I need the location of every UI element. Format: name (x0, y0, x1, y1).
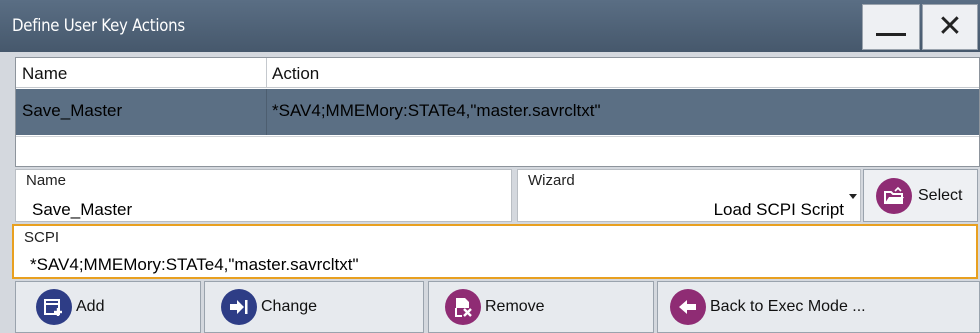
remove-button[interactable]: Remove (428, 281, 654, 333)
title-bar: Define User Key Actions ✕ (0, 0, 980, 52)
change-button[interactable]: Change (204, 281, 424, 333)
table-header: Name Action (16, 58, 979, 88)
column-divider (266, 89, 267, 135)
add-icon (36, 289, 72, 325)
row-action-cell: *SAV4;MMEMory:STATe4,"master.savrcltxt" (272, 101, 601, 120)
table-row[interactable]: Save_Master *SAV4;MMEMory:STATe4,"master… (16, 89, 979, 135)
scpi-field[interactable]: SCPI *SAV4;MMEMory:STATe4,"master.savrcl… (12, 224, 978, 279)
scpi-value: *SAV4;MMEMory:STATe4,"master.savrcltxt" (30, 255, 359, 274)
wizard-label: Wizard (528, 172, 575, 189)
window-title: Define User Key Actions (12, 16, 185, 36)
user-key-table: Name Action Save_Master *SAV4;MMEMory:ST… (15, 57, 980, 167)
change-label: Change (261, 298, 318, 315)
name-value: Save_Master (32, 200, 133, 219)
back-to-exec-mode-button[interactable]: Back to Exec Mode ... (657, 281, 980, 333)
close-icon: ✕ (937, 9, 963, 44)
add-button[interactable]: Add (15, 281, 201, 333)
empty-row[interactable] (16, 136, 979, 166)
chevron-down-icon (849, 194, 857, 199)
row-name-cell: Save_Master (22, 101, 123, 120)
wizard-value: Load SCPI Script (713, 200, 844, 219)
back-icon (670, 289, 706, 325)
select-button[interactable]: Select (863, 169, 978, 222)
remove-label: Remove (485, 298, 545, 315)
minimize-icon (876, 32, 906, 36)
folder-open-icon (876, 177, 912, 214)
back-label: Back to Exec Mode ... (710, 298, 866, 315)
add-label: Add (76, 298, 105, 315)
remove-icon (445, 289, 481, 325)
scpi-label: SCPI (24, 229, 60, 246)
name-label: Name (26, 172, 67, 189)
column-header-action[interactable]: Action (272, 64, 319, 84)
column-header-name[interactable]: Name (22, 64, 67, 84)
column-divider (266, 58, 267, 88)
change-icon (221, 289, 257, 325)
select-label: Select (918, 186, 963, 204)
minimize-button[interactable] (862, 4, 920, 50)
wizard-dropdown[interactable]: Wizard Load SCPI Script (517, 169, 861, 222)
name-field[interactable]: Name Save_Master (15, 169, 512, 222)
close-button[interactable]: ✕ (922, 4, 978, 50)
